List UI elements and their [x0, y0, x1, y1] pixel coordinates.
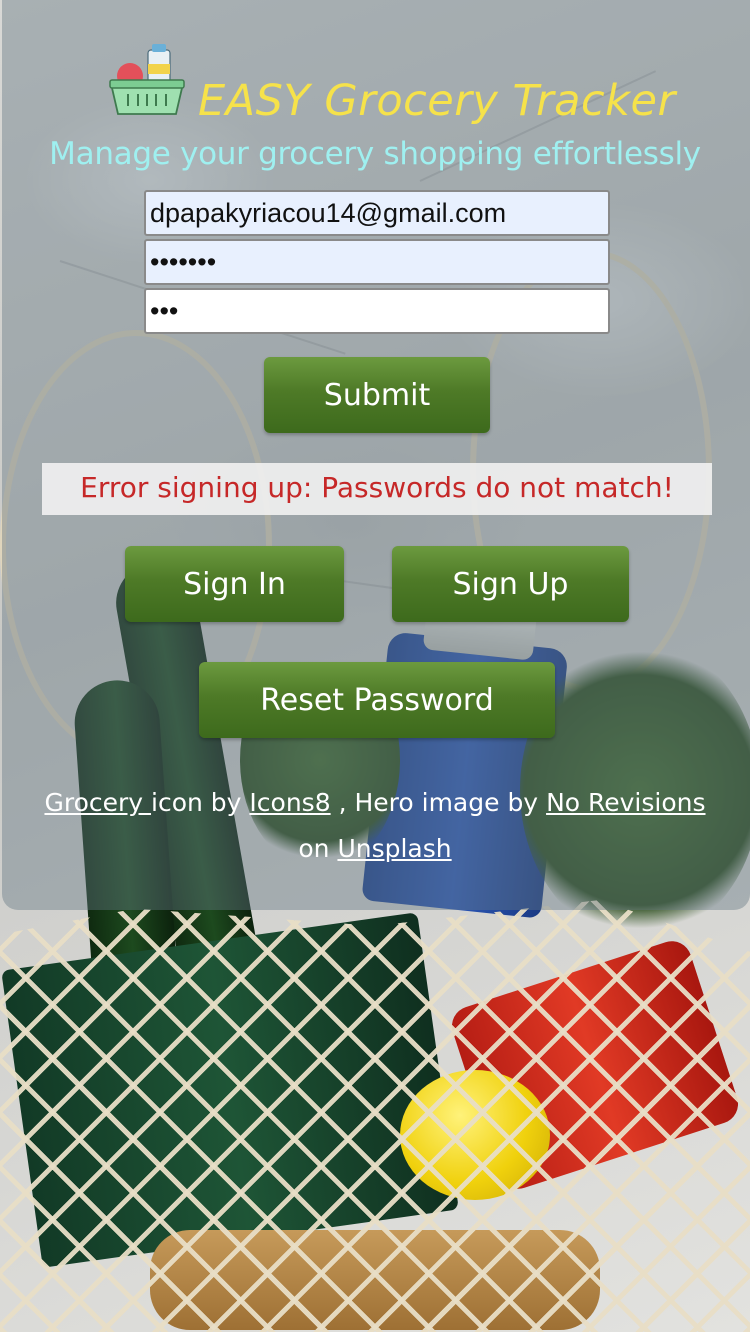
sign-in-button[interactable]: Sign In	[125, 546, 344, 622]
icons8-link[interactable]: Icons8	[249, 788, 330, 817]
page: EASY Grocery Tracker Manage your grocery…	[0, 0, 750, 1332]
error-message: Error signing up: Passwords do not match…	[42, 463, 712, 515]
attribution-credits: Grocery icon by Icons8 , Hero image by N…	[0, 780, 750, 872]
credits-icon-by-text: icon by	[151, 788, 242, 817]
credits-on-text: on	[298, 834, 330, 863]
sign-up-button[interactable]: Sign Up	[392, 546, 629, 622]
email-field[interactable]	[144, 190, 610, 236]
password-field[interactable]	[144, 239, 610, 285]
app-subtitle: Manage your grocery shopping effortlessl…	[49, 136, 701, 172]
submit-button[interactable]: Submit	[264, 357, 490, 433]
no-revisions-link[interactable]: No Revisions	[546, 788, 705, 817]
app-title: EASY Grocery Tracker	[198, 76, 676, 126]
grocery-icon-link[interactable]: Grocery	[44, 788, 151, 817]
reset-password-button[interactable]: Reset Password	[199, 662, 555, 738]
header: EASY Grocery Tracker	[0, 40, 750, 130]
confirm-password-field[interactable]	[144, 288, 610, 334]
grocery-basket-icon	[109, 44, 185, 115]
credits-hero-by-text: , Hero image by	[338, 788, 539, 817]
unsplash-link[interactable]: Unsplash	[337, 834, 451, 863]
